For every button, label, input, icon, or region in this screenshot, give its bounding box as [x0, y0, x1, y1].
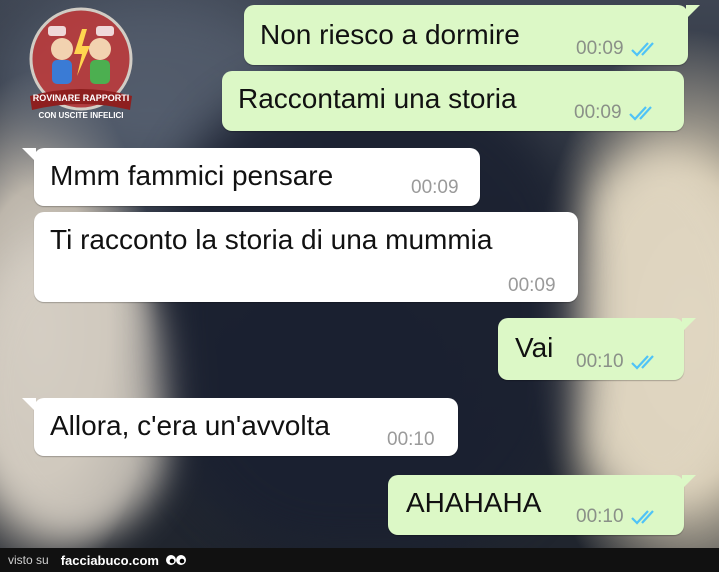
message-time: 00:09	[574, 102, 622, 123]
eyes-icon	[165, 555, 186, 565]
message-text: Mmm fammici pensare	[50, 160, 334, 191]
message-bubble-incoming[interactable]: Allora, c'era un'avvolta 00:10	[22, 398, 458, 456]
footer-site-link[interactable]: facciabuco.com	[61, 553, 159, 568]
watermark-logo: ROVINARE RAPPORTI CON USCITE INFELICI	[29, 7, 133, 120]
message-text: Vai	[515, 332, 554, 363]
double-check-read-icon	[630, 510, 654, 525]
double-check-read-icon	[628, 106, 652, 121]
message-bubble-incoming[interactable]: Ti racconto la storia di una mummia 00:0…	[34, 212, 578, 302]
double-check-read-icon	[630, 42, 654, 57]
message-time: 00:09	[576, 38, 624, 59]
message-text: AHAHAHA	[406, 487, 542, 518]
message-bubble-incoming[interactable]: Mmm fammici pensare 00:09	[22, 148, 480, 206]
message-time: 00:09	[411, 177, 459, 198]
message-text: Raccontami una storia	[238, 83, 517, 114]
message-time: 00:09	[508, 275, 556, 296]
message-text: Non riesco a dormire	[260, 19, 520, 50]
watermark-line2: CON USCITE INFELICI	[39, 111, 124, 120]
message-bubble-outgoing[interactable]: Non riesco a dormire 00:09	[244, 5, 700, 65]
message-time: 00:10	[576, 506, 624, 527]
message-bubble-outgoing[interactable]: AHAHAHA 00:10	[388, 475, 696, 535]
message-text: Ti racconto la storia di una mummia	[50, 224, 493, 255]
message-bubble-outgoing[interactable]: Vai 00:10	[498, 318, 696, 380]
message-time: 00:10	[387, 429, 435, 450]
watermark-footer: visto su facciabuco.com	[0, 548, 719, 572]
message-bubble-outgoing[interactable]: Raccontami una storia 00:09	[222, 71, 684, 131]
watermark-line1: ROVINARE RAPPORTI	[33, 93, 130, 103]
double-check-read-icon	[630, 355, 654, 370]
message-text: Allora, c'era un'avvolta	[50, 410, 330, 441]
footer-visto-su: visto su	[8, 553, 49, 567]
message-time: 00:10	[576, 351, 624, 372]
